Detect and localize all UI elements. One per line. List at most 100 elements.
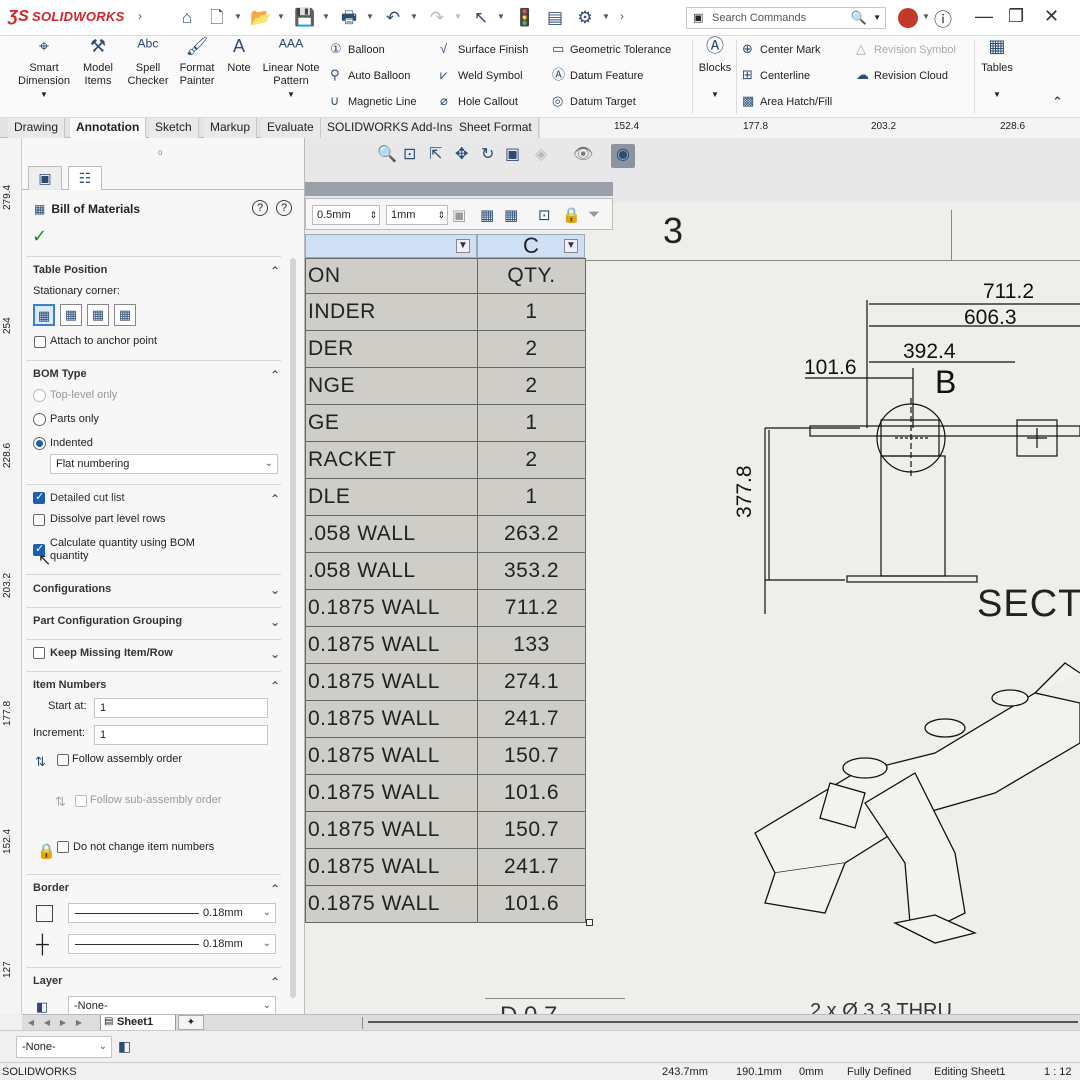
section-view[interactable] — [735, 278, 1080, 614]
description-cell[interactable]: RACKET — [305, 441, 478, 479]
dimension-392-4[interactable]: 392.4 — [903, 340, 956, 364]
dimension-711-2[interactable]: 711.2 — [983, 280, 1034, 304]
home-icon[interactable]: ⌂ — [176, 7, 198, 29]
zoom-area-icon[interactable]: ⊡ — [403, 144, 416, 168]
inner-border-select[interactable]: 0.18mm ⌄ — [68, 934, 276, 954]
pan-icon[interactable]: ✥ — [455, 144, 468, 168]
follow-assembly-checkbox[interactable] — [57, 754, 69, 766]
corner-top-left-button[interactable]: ▦ — [33, 304, 55, 326]
user-avatar[interactable] — [898, 8, 918, 28]
parts-only-radio[interactable] — [33, 413, 46, 426]
status-scale[interactable]: 1 : 12 — [1044, 1066, 1072, 1078]
expand-chevron-icon[interactable]: ⌄ — [270, 647, 280, 661]
detailed-cut-list-checkbox[interactable] — [33, 490, 45, 504]
table-row[interactable]: INDER 1 — [305, 293, 586, 331]
drawing-canvas[interactable]: 🔍 ⊡ ⇱ ✥ ↻ ▣ ◈ 👁 ◉ 0.5mm ⇕ 1mm ⇕ ▣ ▦ ▦ ⊡ 🔒 … — [305, 138, 1080, 1014]
isometric-view[interactable] — [735, 653, 1080, 953]
table-row[interactable]: 0.1875 WALL 274.1 — [305, 663, 586, 701]
description-cell[interactable]: 0.1875 WALL — [305, 774, 478, 812]
close-icon[interactable]: ✕ — [1044, 6, 1059, 27]
pm-scrollbar[interactable] — [290, 258, 296, 998]
open-folder-icon[interactable]: 📂 — [250, 7, 272, 29]
print-caret-icon[interactable]: ▼ — [366, 12, 374, 21]
spinner-icon[interactable]: ⇕ — [369, 206, 377, 224]
note-button[interactable]: A Note — [224, 37, 254, 75]
tab-annotation[interactable]: Annotation — [70, 118, 147, 138]
tables-caret-icon[interactable]: ▼ — [993, 90, 1001, 99]
first-sheet-icon[interactable]: ◀ — [24, 1017, 38, 1029]
qty-cell[interactable]: 150.7 — [477, 737, 586, 775]
corner-bottom-left-button[interactable]: ▦ — [87, 304, 109, 326]
qty-cell[interactable]: 101.6 — [477, 885, 586, 923]
hole-callout-button[interactable]: ⌀ Hole Callout — [440, 92, 518, 110]
chevron-down-icon[interactable]: ▼ — [564, 239, 578, 253]
collapse-ribbon-icon[interactable]: ⌃ — [1052, 94, 1063, 110]
model-items-button[interactable]: ⚒ Model Items — [76, 37, 120, 88]
horizontal-scrollbar[interactable] — [368, 1021, 1078, 1023]
qty-cell[interactable]: 1 — [477, 404, 586, 442]
table-row[interactable]: 0.1875 WALL 241.7 — [305, 700, 586, 738]
collapse-chevron-icon[interactable]: ⌃ — [270, 679, 280, 693]
configurations-header[interactable]: Configurations ⌄ — [33, 583, 280, 603]
description-cell[interactable]: 0.1875 WALL — [305, 848, 478, 886]
increment-input[interactable]: 1 — [94, 725, 268, 745]
qty-cell[interactable]: 2 — [477, 367, 586, 405]
layer-header[interactable]: Layer ⌃ — [33, 975, 280, 995]
magnetic-line-button[interactable]: ∪ Magnetic Line — [330, 92, 417, 110]
format-painter-button[interactable]: 🖌 Format Painter — [174, 37, 220, 88]
qty-cell[interactable]: 2 — [477, 330, 586, 368]
panel-grip-icon[interactable]: o — [158, 148, 162, 157]
description-cell[interactable]: 0.1875 WALL — [305, 626, 478, 664]
description-header-cell[interactable]: ON — [305, 258, 478, 294]
qty-cell[interactable]: 241.7 — [477, 700, 586, 738]
item-numbers-header[interactable]: Item Numbers ⌃ — [33, 679, 280, 699]
whats-wrong-icon[interactable]: ? — [252, 200, 268, 216]
description-cell[interactable]: GE — [305, 404, 478, 442]
qty-header-cell[interactable]: QTY. — [477, 258, 586, 294]
zoom-previous-icon[interactable]: ⇱ — [429, 144, 442, 168]
chevron-down-icon[interactable]: ▼ — [456, 239, 470, 253]
select-caret-icon[interactable]: ▼ — [497, 12, 505, 21]
indented-radio[interactable] — [33, 437, 46, 450]
undo-caret-icon[interactable]: ▼ — [410, 12, 418, 21]
search-caret-icon[interactable]: ▼ — [873, 13, 881, 22]
save-icon[interactable]: 💾 — [294, 7, 316, 29]
rebuild-icon[interactable]: 🚦 — [514, 7, 536, 29]
collapse-chevron-icon[interactable]: ⌃ — [270, 264, 280, 278]
qty-cell[interactable]: 1 — [477, 293, 586, 331]
do-not-change-checkbox[interactable] — [57, 841, 69, 853]
area-hatch-fill-button[interactable]: ▩ Area Hatch/Fill — [742, 92, 832, 110]
qty-cell[interactable]: 711.2 — [477, 589, 586, 627]
tab-sheet-format[interactable]: Sheet Format — [453, 118, 539, 138]
layer-toolbar-select[interactable]: -None- ⌄ — [16, 1036, 112, 1058]
corner-bottom-right-button[interactable]: ▦ — [114, 304, 136, 326]
ok-check-icon[interactable]: ✓ — [32, 226, 47, 247]
search-commands-field[interactable]: ▣ Search Commands 🔍 ▼ — [686, 7, 886, 29]
bom-table[interactable]: ON QTY. INDER 1 DER 2 NGE 2 GE 1 RACKET 2 DLE… — [305, 258, 586, 923]
attach-anchor-checkbox[interactable] — [34, 336, 46, 348]
start-at-input[interactable]: 1 — [94, 698, 268, 718]
next-sheet-icon[interactable]: ▶ — [56, 1017, 70, 1029]
expand-chevron-icon[interactable]: ⌄ — [270, 583, 280, 597]
column-c-header[interactable]: C ▼ — [477, 234, 585, 258]
collapse-chevron-icon[interactable]: ⌃ — [270, 882, 280, 896]
hole-callout-note[interactable]: 2 x Ø 3.3 THRU — [810, 1000, 952, 1014]
open-caret-icon[interactable]: ▼ — [277, 12, 285, 21]
table-row[interactable]: 0.1875 WALL 150.7 — [305, 737, 586, 775]
layer-properties-icon[interactable]: ◧ — [118, 1038, 131, 1055]
blocks-caret-icon[interactable]: ▼ — [711, 90, 719, 99]
linear-note-pattern-button[interactable]: ᴬᴬᴬ Linear Note Pattern ▼ — [258, 37, 324, 101]
add-sheet-icon[interactable]: ✦ — [178, 1015, 204, 1030]
help-icon[interactable]: ⓘ — [934, 6, 952, 32]
rotate-icon[interactable]: ↻ — [481, 144, 494, 168]
balloon-button[interactable]: ① Balloon — [330, 40, 385, 58]
collapse-chevron-icon[interactable]: ⌃ — [270, 975, 280, 989]
detail-label-b[interactable]: B — [935, 364, 956, 401]
qty-cell[interactable]: 353.2 — [477, 552, 586, 590]
datum-feature-button[interactable]: Ⓐ Datum Feature — [552, 66, 643, 84]
smart-dimension-caret-icon[interactable]: ▼ — [40, 90, 48, 99]
qty-cell[interactable]: 274.1 — [477, 663, 586, 701]
description-cell[interactable]: 0.1875 WALL — [305, 700, 478, 738]
description-cell[interactable]: INDER — [305, 293, 478, 331]
dimension-377-8[interactable]: 377.8 — [733, 465, 757, 518]
